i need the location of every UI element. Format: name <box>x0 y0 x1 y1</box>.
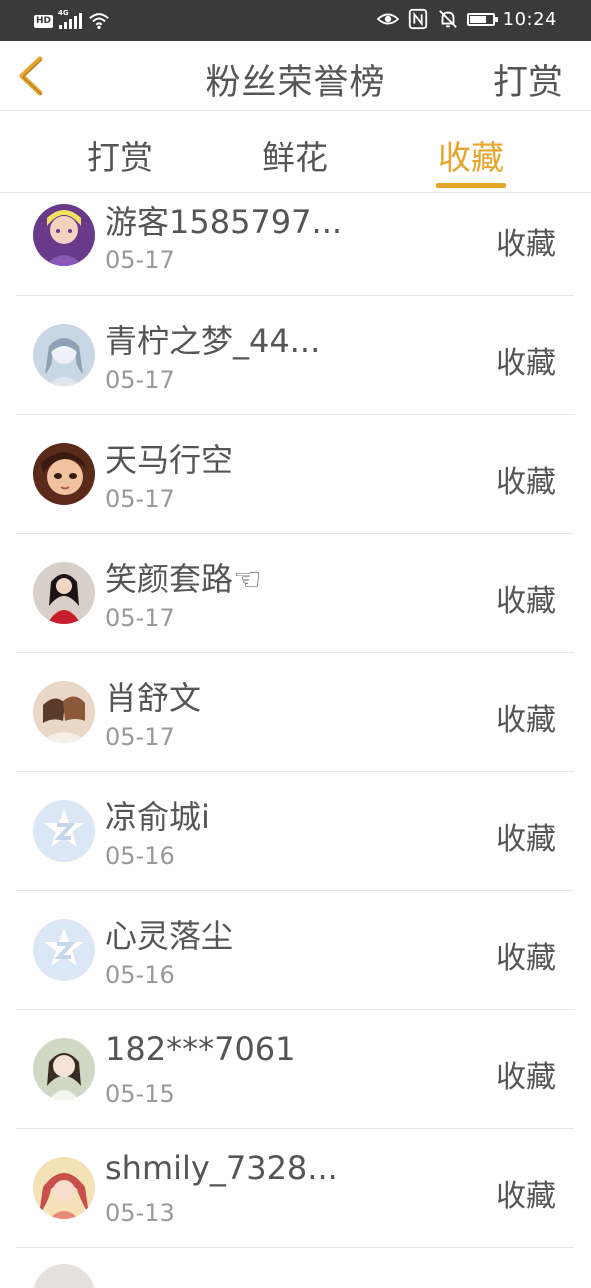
signal-icon: 4G <box>58 9 83 29</box>
favorite-label: 收藏 <box>496 346 556 381</box>
network-type: 4G <box>58 9 69 17</box>
favorite-label: 收藏 <box>496 227 556 262</box>
fan-date: 05-17 <box>105 366 175 394</box>
avatar <box>33 443 95 505</box>
fan-date: 05-16 <box>105 842 175 870</box>
fan-date: 05-17 <box>105 246 175 274</box>
avatar <box>33 681 95 743</box>
tab-bar: 打赏 鲜花 收藏 <box>0 111 591 193</box>
fan-date: 05-17 <box>105 604 175 632</box>
list-item-partial[interactable] <box>16 1248 574 1288</box>
status-left: HD 4G <box>34 9 110 32</box>
fan-name: 182***7061 <box>105 1030 296 1068</box>
avatar <box>33 1157 95 1219</box>
favorite-label: 收藏 <box>496 584 556 619</box>
favorite-label: 收藏 <box>496 465 556 500</box>
reward-button[interactable]: 打赏 <box>493 54 563 105</box>
list-item[interactable]: 凉俞城i 05-16 收藏 <box>16 772 574 891</box>
fan-list: 游客1585797... 05-17 收藏 青柠之梦_44... 05-17 收… <box>0 193 591 1288</box>
avatar <box>33 1264 95 1288</box>
status-bar: HD 4G 10:24 <box>0 0 591 41</box>
fan-date: 05-17 <box>105 485 175 513</box>
nfc-icon <box>408 8 427 30</box>
favorite-label: 收藏 <box>496 941 556 976</box>
nav-bar: 粉丝荣誉榜 打赏 <box>0 41 591 111</box>
favorite-label: 收藏 <box>496 822 556 857</box>
fan-name: 肖舒文 <box>105 679 202 717</box>
default-avatar-icon <box>33 919 95 981</box>
fan-name: 凉俞城i <box>105 798 210 836</box>
fan-date: 05-15 <box>105 1080 175 1108</box>
avatar <box>33 204 95 266</box>
fan-name: 天马行空 <box>105 441 234 479</box>
fan-name: 游客1585797... <box>105 203 343 241</box>
active-tab-indicator <box>436 183 506 188</box>
status-right: 10:24 <box>376 8 557 30</box>
fan-name: shmily_7328... <box>105 1149 338 1187</box>
tab-favorites[interactable]: 收藏 <box>416 131 526 179</box>
clock: 10:24 <box>502 8 557 30</box>
list-item[interactable]: 天马行空 05-17 收藏 <box>16 415 574 534</box>
favorite-label: 收藏 <box>496 1060 556 1095</box>
fan-date: 05-13 <box>105 1199 175 1227</box>
eye-icon <box>376 13 399 25</box>
fan-name: 心灵落尘 <box>105 917 234 955</box>
favorite-label: 收藏 <box>496 703 556 738</box>
default-avatar-icon <box>33 800 95 862</box>
list-item[interactable]: 游客1585797... 05-17 收藏 <box>16 193 574 296</box>
list-item[interactable]: shmily_7328... 05-13 收藏 <box>16 1129 574 1248</box>
list-item[interactable]: 笑颜套路☜ 05-17 收藏 <box>16 534 574 653</box>
hd-badge: HD <box>34 14 54 28</box>
fan-name: 笑颜套路☜ <box>105 560 262 598</box>
favorite-label: 收藏 <box>496 1179 556 1214</box>
fan-name: 青柠之梦_44... <box>105 322 321 360</box>
avatar <box>33 324 95 386</box>
tab-flowers[interactable]: 鲜花 <box>240 131 350 179</box>
list-item[interactable]: 心灵落尘 05-16 收藏 <box>16 891 574 1010</box>
mute-bell-icon <box>438 10 457 28</box>
fan-date: 05-16 <box>105 961 175 989</box>
fan-date: 05-17 <box>105 723 175 751</box>
battery-icon <box>466 12 498 26</box>
avatar <box>33 1038 95 1100</box>
list-item[interactable]: 182***7061 05-15 收藏 <box>16 1010 574 1129</box>
wifi-icon <box>89 13 109 30</box>
list-item[interactable]: 青柠之梦_44... 05-17 收藏 <box>16 296 574 415</box>
list-item[interactable]: 肖舒文 05-17 收藏 <box>16 653 574 772</box>
tab-reward[interactable]: 打赏 <box>65 131 175 179</box>
avatar <box>33 562 95 624</box>
